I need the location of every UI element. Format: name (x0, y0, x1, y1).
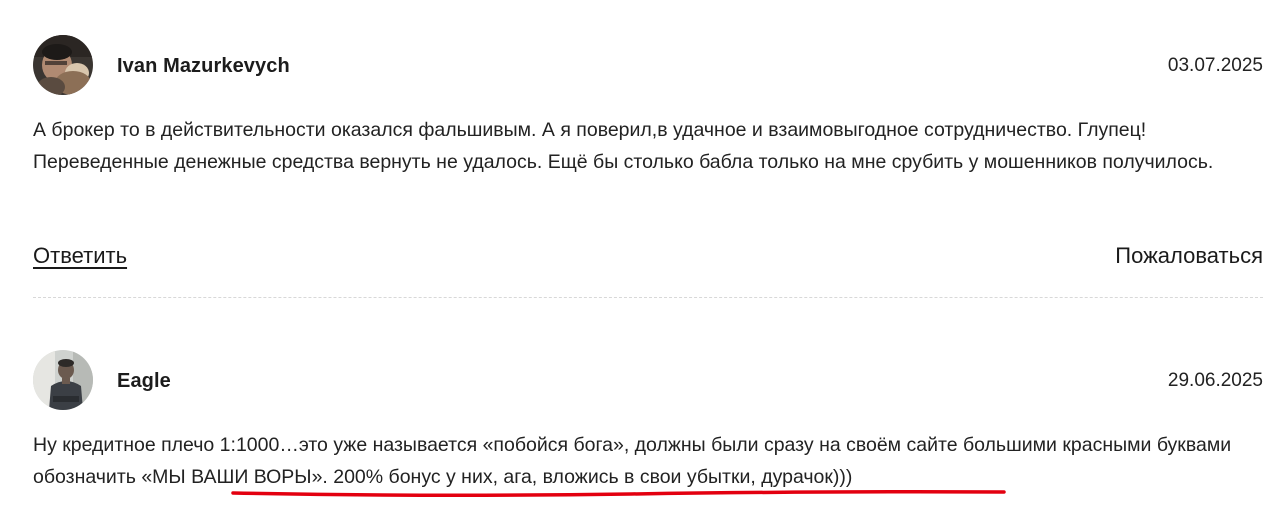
comment-eagle: Eagle 29.06.2025 Ну кредитное плечо 1:10… (33, 350, 1263, 498)
comment-date: 29.06.2025 (1167, 370, 1263, 391)
comment-text: А брокер то в действительности оказался … (33, 119, 1214, 173)
avatar[interactable] (33, 350, 93, 410)
comment-actions: Ответить Пожаловаться (33, 243, 1263, 275)
author-name: Eagle (117, 370, 171, 392)
reply-link[interactable]: Ответить (33, 243, 127, 269)
comment-divider (33, 297, 1263, 298)
report-link[interactable]: Пожаловаться (1115, 243, 1263, 269)
comment-ivan: Ivan Mazurkevych 03.07.2025 А брокер то … (33, 35, 1263, 178)
comment-header: Eagle 29.06.2025 (33, 350, 1263, 412)
comment-date: 03.07.2025 (1167, 55, 1263, 76)
comment-text: Ну кредитное плечо 1:1000…это уже называ… (33, 429, 1263, 493)
author-name: Ivan Mazurkevych (117, 55, 290, 77)
red-underline-annotation (231, 490, 1006, 498)
comment-header: Ivan Mazurkevych 03.07.2025 (33, 35, 1263, 97)
avatar-photo-eagle-icon (33, 350, 93, 410)
avatar-photo-ivan-icon (33, 35, 93, 95)
comment-text-highlighted: «МЫ ВАШИ ВОРЫ». 200% бонус у них, ага, в… (141, 466, 853, 488)
avatar[interactable] (33, 35, 93, 95)
